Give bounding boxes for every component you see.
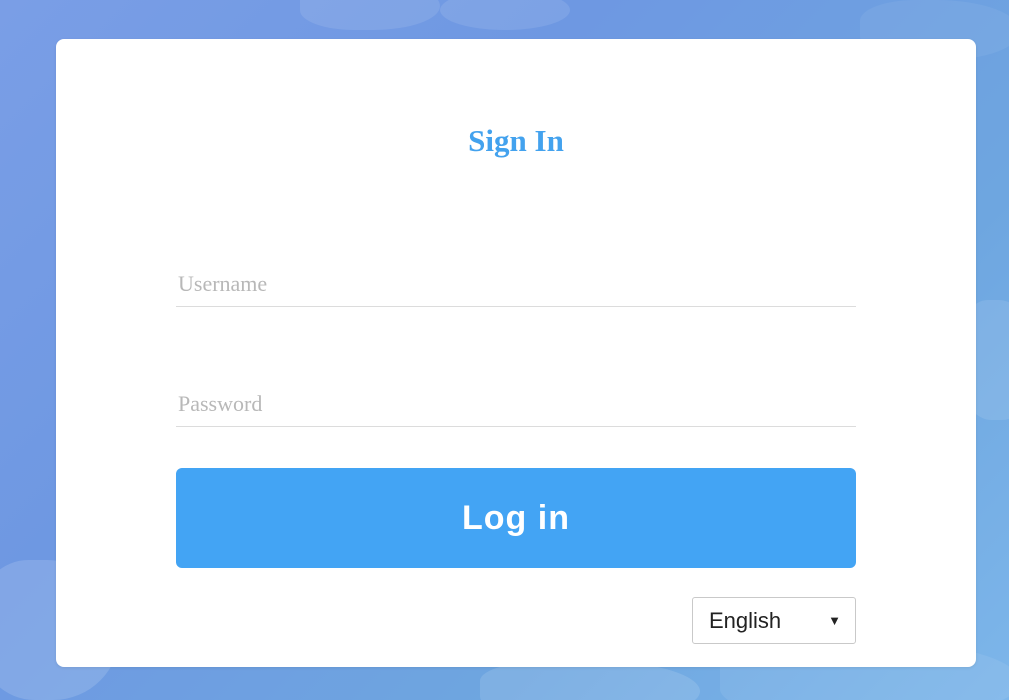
language-selected-value: English xyxy=(709,607,782,633)
password-input[interactable] xyxy=(176,381,856,427)
triangle-down-icon: ▼ xyxy=(828,613,841,628)
page-title: Sign In xyxy=(468,123,564,158)
background-map-shape xyxy=(440,0,570,30)
background-map-shape xyxy=(300,0,440,30)
login-button[interactable]: Log in xyxy=(176,468,856,568)
language-select[interactable]: English ▼ xyxy=(692,597,856,644)
username-input[interactable] xyxy=(176,261,856,307)
login-card: Sign In Log in English ▼ xyxy=(56,39,976,667)
